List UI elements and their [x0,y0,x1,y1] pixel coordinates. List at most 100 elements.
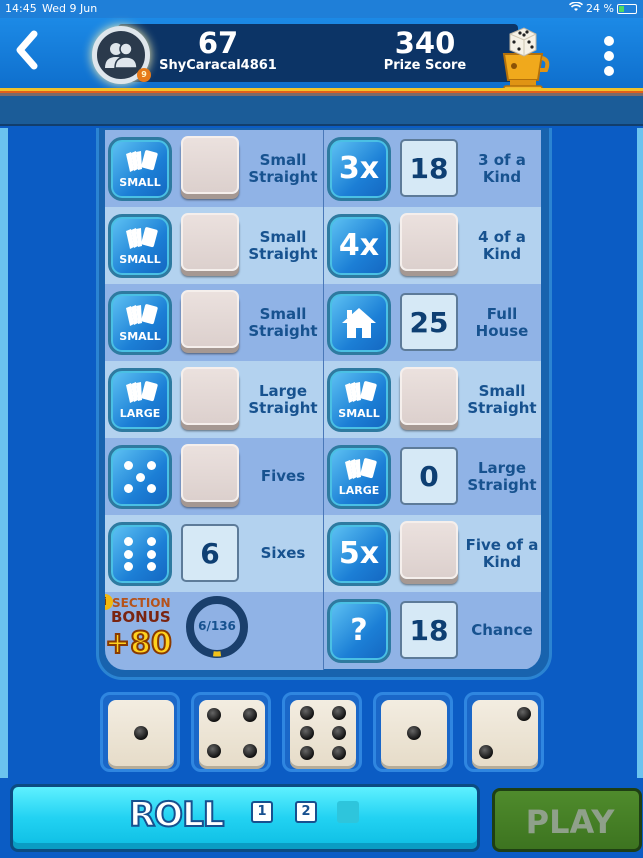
score-box[interactable]: 18 [400,601,458,659]
category-label: Sixes [260,544,306,562]
score-box[interactable]: 0 [400,447,458,505]
category-label: 4 of a Kind [478,227,526,263]
die-face-1[interactable] [381,700,447,766]
category-row[interactable]: 5x Five of a Kind [324,515,541,592]
die-pip [207,744,221,758]
category-row[interactable]: Fives [105,438,323,515]
category-row[interactable]: SMALL Small Straight [324,361,541,438]
player-name: ShyCaracal4861 [159,58,277,73]
category-row[interactable]: 25 Full House [324,284,541,361]
die-face-1[interactable] [108,700,174,766]
roll-button[interactable]: ROLL 1 2 [10,784,480,852]
score-box[interactable]: 18 [400,139,458,197]
category-row[interactable]: SMALL Small Straight [105,130,323,207]
category-row[interactable]: 3x 18 3 of a Kind [324,130,541,207]
category-label: Full House [475,304,529,340]
score-box[interactable] [400,213,458,271]
die-pip [134,726,148,740]
vertical-dots-icon [604,36,614,46]
small-straight-icon[interactable]: SMALL [108,214,172,278]
category-label: Five of a Kind [465,535,539,571]
category-row[interactable]: ? 18 Chance [324,592,541,669]
small-straight-icon[interactable]: SMALL [108,137,172,201]
category-row[interactable]: SMALL Small Straight [105,207,323,284]
score-box[interactable]: 25 [400,293,458,351]
die-pip [243,744,257,758]
die-slot [282,692,362,772]
large-straight-icon[interactable]: LARGE [327,445,391,509]
die-pip [300,726,314,740]
lower-section: 3x 18 3 of a Kind 4x 4 of a Kind 25 Full House… [323,130,541,670]
die-pip [332,706,346,720]
score-box[interactable] [181,290,239,348]
battery-percent: 24 % [586,2,614,15]
status-bar: 14:45 Wed 9 Jun 24 % [0,0,643,18]
score-box[interactable] [181,444,239,502]
score-box[interactable] [400,367,458,425]
category-row[interactable]: LARGE Large Straight [105,361,323,438]
score-box[interactable] [400,521,458,579]
play-button[interactable]: PLAY [492,788,642,852]
category-label: Small Straight [248,227,318,263]
header-stripe [0,88,643,96]
die-face-2[interactable] [472,700,538,766]
category-label: Large Straight [467,458,537,494]
five-of-kind-icon[interactable]: 5x [327,522,391,586]
left-edge [0,128,8,778]
die-face-6[interactable] [290,700,356,766]
small-straight-icon[interactable]: SMALL [327,368,391,432]
die-pip [517,707,531,721]
house-icon[interactable] [327,291,391,355]
score-box[interactable] [181,367,239,425]
category-label: 3 of a Kind [478,150,526,186]
dice-tray [100,692,546,772]
bonus-progress-text: 6/136 [198,619,236,633]
question-icon[interactable]: ? [327,599,391,663]
category-row[interactable]: 4x 4 of a Kind [324,207,541,284]
back-button[interactable] [12,30,46,74]
category-row[interactable]: SMALL Small Straight [105,284,323,361]
category-row[interactable]: LARGE 0 Large Straight [324,438,541,515]
roll-label: ROLL [128,794,225,836]
users-icon [105,42,138,69]
bonus-subtitle: BONUS [111,608,171,626]
die-pip [243,708,257,722]
prize-score-label: Prize Score [383,58,467,73]
die-pip [332,726,346,740]
score-box[interactable] [181,213,239,271]
large-straight-icon[interactable]: LARGE [108,368,172,432]
chevron-left-icon [16,30,38,70]
player-score: 67 [197,26,239,60]
small-straight-icon[interactable]: SMALL [108,291,172,355]
die-five-icon[interactable] [108,445,172,509]
trophy-icon[interactable] [496,20,550,94]
play-label: PLAY [525,803,615,841]
scorecard: SMALL Small Straight SMALL Small Straight SM… [105,130,541,670]
battery-icon [617,3,637,14]
category-label: Chance [471,621,533,639]
prize-score: 340 [394,26,456,60]
die-slot [100,692,180,772]
level-badge: 9 [137,68,151,82]
three-of-kind-icon[interactable]: 3x [327,137,391,201]
score-box[interactable] [181,136,239,194]
roll-count-2: 2 [295,801,317,823]
category-label: Small Straight [248,304,318,340]
four-of-kind-icon[interactable]: 4x [327,214,391,278]
category-label: Small Straight [248,150,318,186]
die-six-icon[interactable] [108,522,172,586]
right-edge [637,128,643,778]
die-face-4[interactable] [199,700,265,766]
status-time: 14:45 [5,2,37,15]
category-label: Fives [260,467,306,485]
die-pip [332,746,346,760]
category-label: Small Straight [467,381,537,417]
wifi-icon [568,1,584,15]
menu-button[interactable] [601,36,617,76]
roll-count-1: 1 [251,801,273,823]
status-right: 24 % [568,1,637,15]
category-row[interactable]: 6 Sixes [105,515,323,592]
bonus-value: +80 [105,625,173,662]
game-header: 9 67 ShyCaracal4861 340 Prize Score [0,18,643,93]
score-box[interactable]: 6 [181,524,239,582]
